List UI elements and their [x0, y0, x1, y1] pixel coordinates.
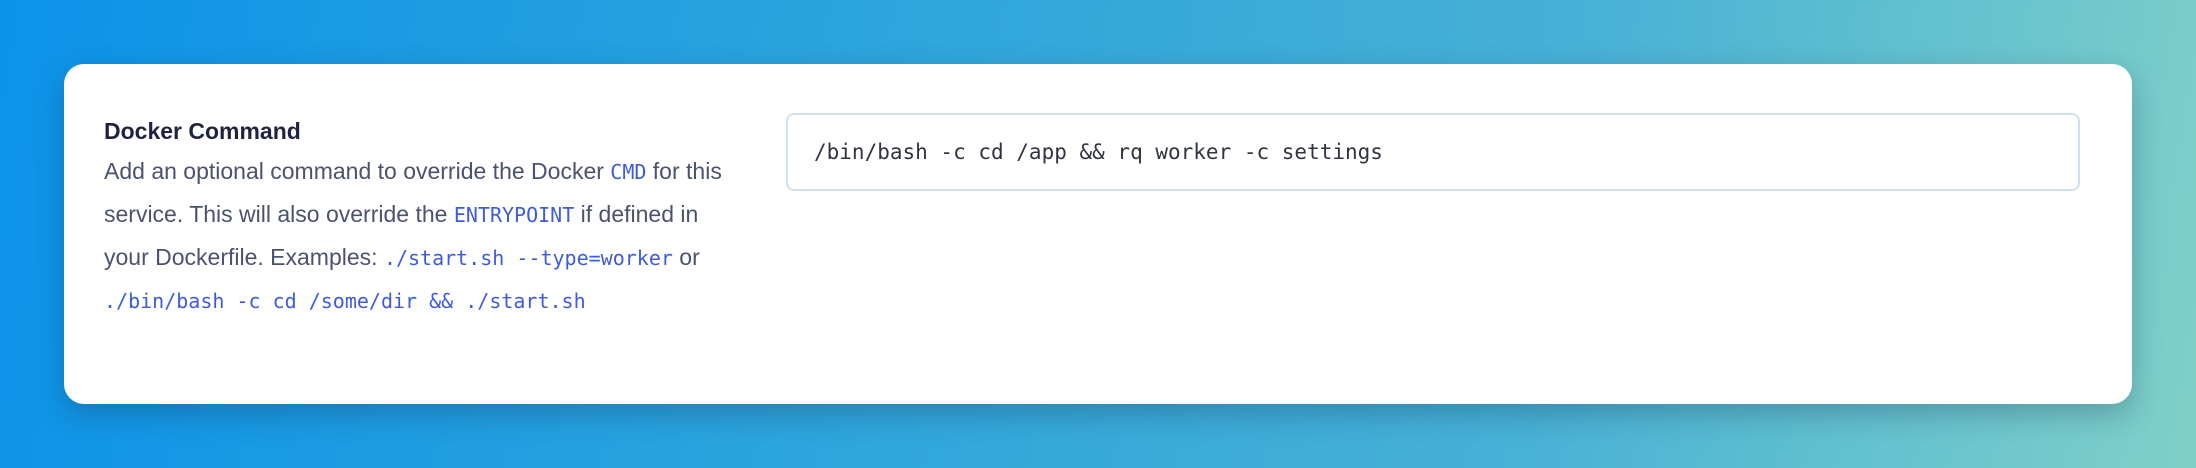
- docker-command-input[interactable]: [814, 140, 2078, 164]
- description-text: Add an optional command to override the …: [104, 158, 611, 184]
- setting-description: Add an optional command to override the …: [104, 150, 744, 322]
- description-text: or: [672, 244, 700, 270]
- docker-command-input-wrapper[interactable]: [786, 113, 2080, 191]
- docker-command-card: Docker Command Add an optional command t…: [64, 64, 2132, 404]
- code-example-start: ./start.sh --type=worker: [383, 246, 673, 270]
- code-cmd: CMD: [610, 160, 647, 184]
- code-entrypoint: ENTRYPOINT: [453, 203, 575, 227]
- code-example-bash: ./bin/bash -c cd /some/dir && ./start.sh: [104, 289, 586, 313]
- setting-info: Docker Command Add an optional command t…: [104, 116, 744, 322]
- setting-title: Docker Command: [104, 118, 301, 144]
